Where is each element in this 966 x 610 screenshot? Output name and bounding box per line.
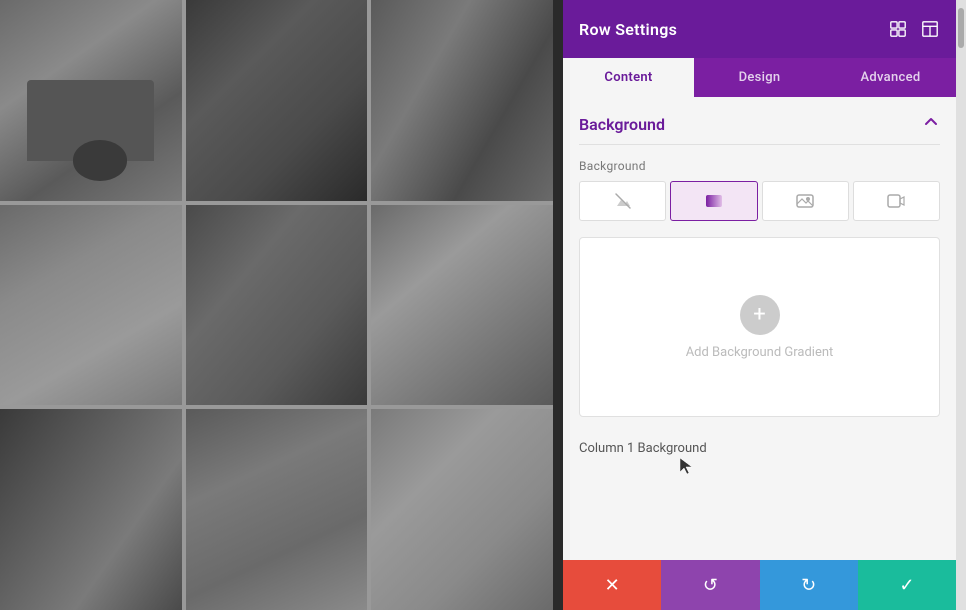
undo-button[interactable]: ↺ bbox=[661, 560, 759, 610]
cancel-icon: ✕ bbox=[605, 575, 620, 596]
grid-cell-6 bbox=[371, 205, 553, 406]
background-field-label: Background bbox=[579, 159, 940, 173]
grid-cell-8 bbox=[186, 409, 368, 610]
grid-cell-2 bbox=[186, 0, 368, 201]
section-title: Background bbox=[579, 115, 665, 134]
tab-content[interactable]: Content bbox=[563, 58, 694, 97]
column-bg-label: Column 1 Background bbox=[579, 433, 940, 464]
bg-type-image-button[interactable] bbox=[762, 181, 849, 221]
grid-cell-7 bbox=[0, 409, 182, 610]
gradient-add-area[interactable]: + Add Background Gradient bbox=[579, 237, 940, 417]
add-gradient-button[interactable]: + bbox=[740, 295, 780, 335]
section-header: Background bbox=[579, 113, 940, 145]
section-collapse-icon[interactable] bbox=[922, 113, 940, 136]
grid-cell-3 bbox=[371, 0, 553, 201]
bg-type-button-group bbox=[579, 181, 940, 221]
bg-type-video-button[interactable] bbox=[853, 181, 940, 221]
confirm-icon: ✓ bbox=[899, 575, 914, 596]
bg-type-clear-button[interactable] bbox=[579, 181, 666, 221]
layout-icon[interactable] bbox=[920, 19, 940, 39]
scrollbar[interactable] bbox=[956, 0, 966, 610]
panel-overlay: Row Settings bbox=[553, 0, 966, 610]
redo-button[interactable]: ↻ bbox=[760, 560, 858, 610]
add-gradient-label: Add Background Gradient bbox=[686, 345, 834, 360]
grid-cell-9 bbox=[371, 409, 553, 610]
grid-cell-5 bbox=[186, 205, 368, 406]
redo-icon: ↻ bbox=[801, 575, 816, 596]
panel-header: Row Settings bbox=[563, 0, 956, 58]
header-icons bbox=[888, 19, 940, 39]
bg-type-gradient-button[interactable] bbox=[670, 181, 757, 221]
panel-body[interactable]: Background Background bbox=[563, 97, 956, 560]
plus-icon: + bbox=[753, 302, 765, 327]
grid-cell-4 bbox=[0, 205, 182, 406]
tab-advanced[interactable]: Advanced bbox=[825, 58, 956, 97]
row-settings-panel: Row Settings bbox=[563, 0, 956, 610]
tab-bar: Content Design Advanced bbox=[563, 58, 956, 97]
side-strip bbox=[553, 0, 563, 610]
panel-title: Row Settings bbox=[579, 20, 677, 39]
confirm-button[interactable]: ✓ bbox=[858, 560, 956, 610]
background-section: Background Background bbox=[579, 113, 940, 464]
expand-icon[interactable] bbox=[888, 19, 908, 39]
grid-cell-1 bbox=[0, 0, 182, 201]
tab-design[interactable]: Design bbox=[694, 58, 825, 97]
undo-icon: ↺ bbox=[703, 575, 718, 596]
cancel-button[interactable]: ✕ bbox=[563, 560, 661, 610]
background-grid bbox=[0, 0, 553, 610]
table-shape bbox=[73, 140, 127, 180]
bottom-toolbar: ✕ ↺ ↻ ✓ bbox=[563, 560, 956, 610]
